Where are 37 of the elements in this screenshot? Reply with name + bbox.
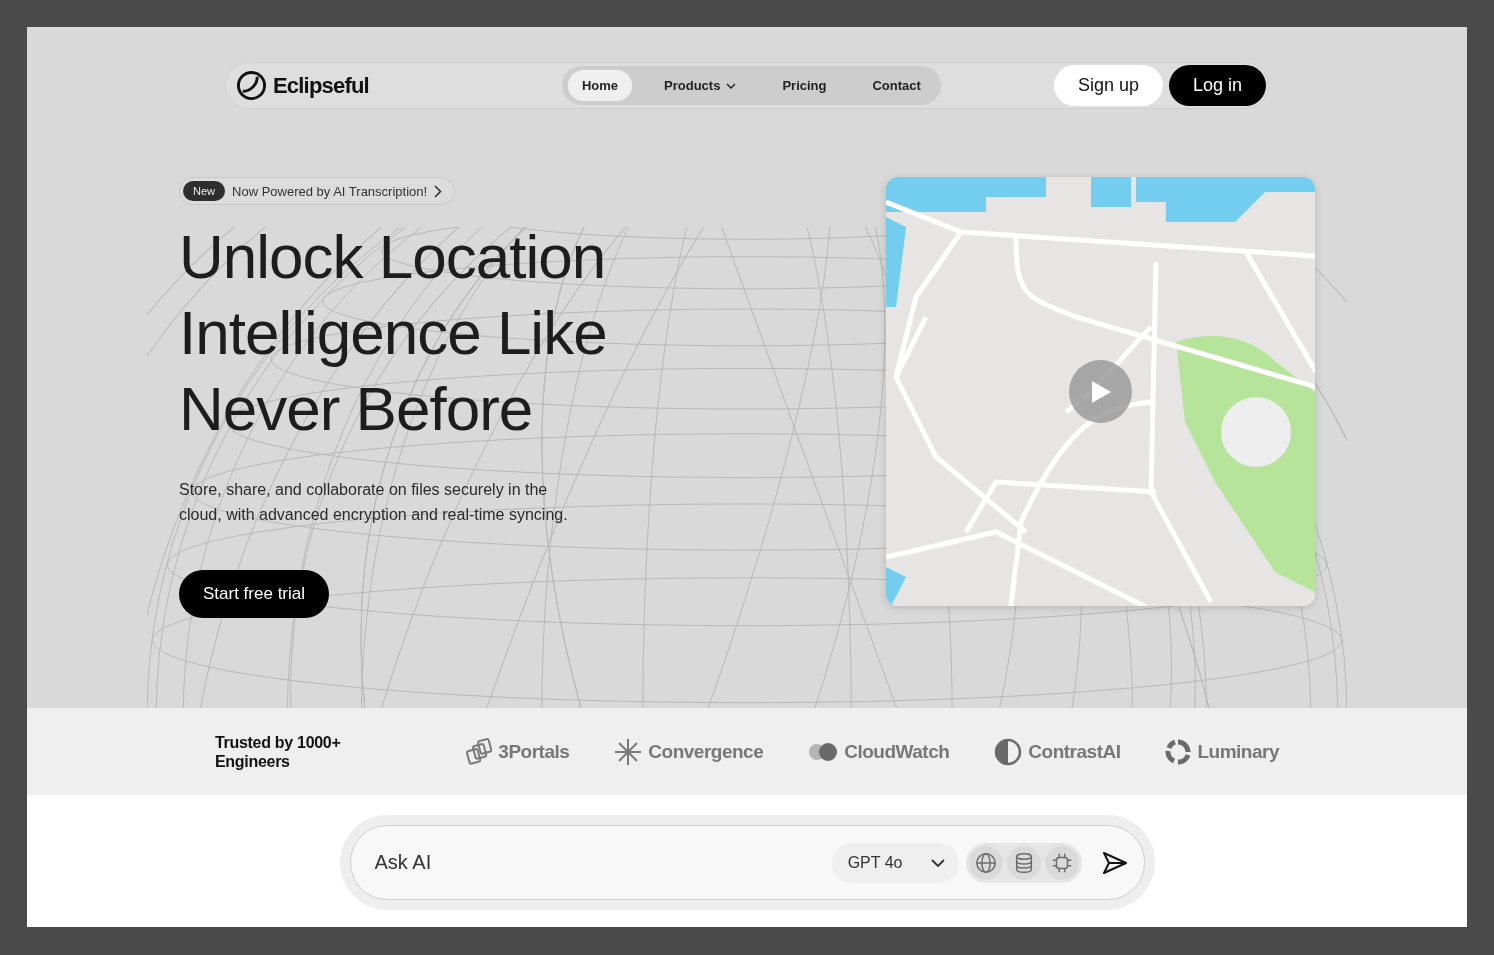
play-icon <box>1089 379 1112 404</box>
partner-logo-name: ContrastAI <box>1028 740 1121 763</box>
ask-ai-field[interactable]: Ask AI GPT 4o <box>349 825 1145 900</box>
new-badge: New <box>183 181 225 201</box>
send-icon <box>1101 850 1128 875</box>
broken-ring-icon <box>1165 738 1192 765</box>
partner-logo-name: Luminary <box>1197 740 1279 763</box>
database-tool-button[interactable] <box>1006 845 1041 880</box>
globe-icon <box>974 851 997 874</box>
announcement-text: Now Powered by AI Transcription! <box>232 183 428 199</box>
nav-link[interactable]: Home <box>567 70 633 101</box>
model-select[interactable]: GPT 4o <box>831 842 959 883</box>
start-trial-button[interactable]: Start free trial <box>179 570 330 618</box>
chip-tool-button[interactable] <box>1044 845 1079 880</box>
globe-tool-button[interactable] <box>968 845 1003 880</box>
chevron-down-icon <box>726 82 737 89</box>
chevron-down-icon <box>930 858 945 867</box>
partner-logo-name: 3Portals <box>498 740 570 763</box>
half-circle-icon <box>994 737 1023 766</box>
announcement-pill[interactable]: New Now Powered by AI Transcription! <box>179 177 456 205</box>
nav-link[interactable]: Pricing <box>768 70 841 101</box>
partner-logo-name: CloudWatch <box>844 740 950 763</box>
chip-icon <box>1050 851 1073 874</box>
eclipse-logo-icon <box>236 70 267 101</box>
circles-icon <box>808 741 839 762</box>
trusted-label: Trusted by 1000+ Engineers <box>215 732 342 771</box>
headline: Unlock Location Intelligence Like Never Before <box>179 221 608 445</box>
description: Store, share, and collaborate on files securely in the cloud, with advanced encryption and real-time syncing. <box>179 480 569 525</box>
nav-link[interactable]: Contact <box>858 70 935 101</box>
asterisk-icon <box>614 737 643 766</box>
chevron-right-icon <box>434 184 443 198</box>
stacked-squares-icon <box>466 737 493 766</box>
sign-up-button[interactable]: Sign up <box>1053 65 1163 106</box>
brand-name: Eclipseful <box>273 72 369 99</box>
partner-logo-name: Convergence <box>648 740 764 763</box>
nav-link[interactable]: Products <box>650 70 751 101</box>
log-in-button[interactable]: Log in <box>1168 65 1266 106</box>
